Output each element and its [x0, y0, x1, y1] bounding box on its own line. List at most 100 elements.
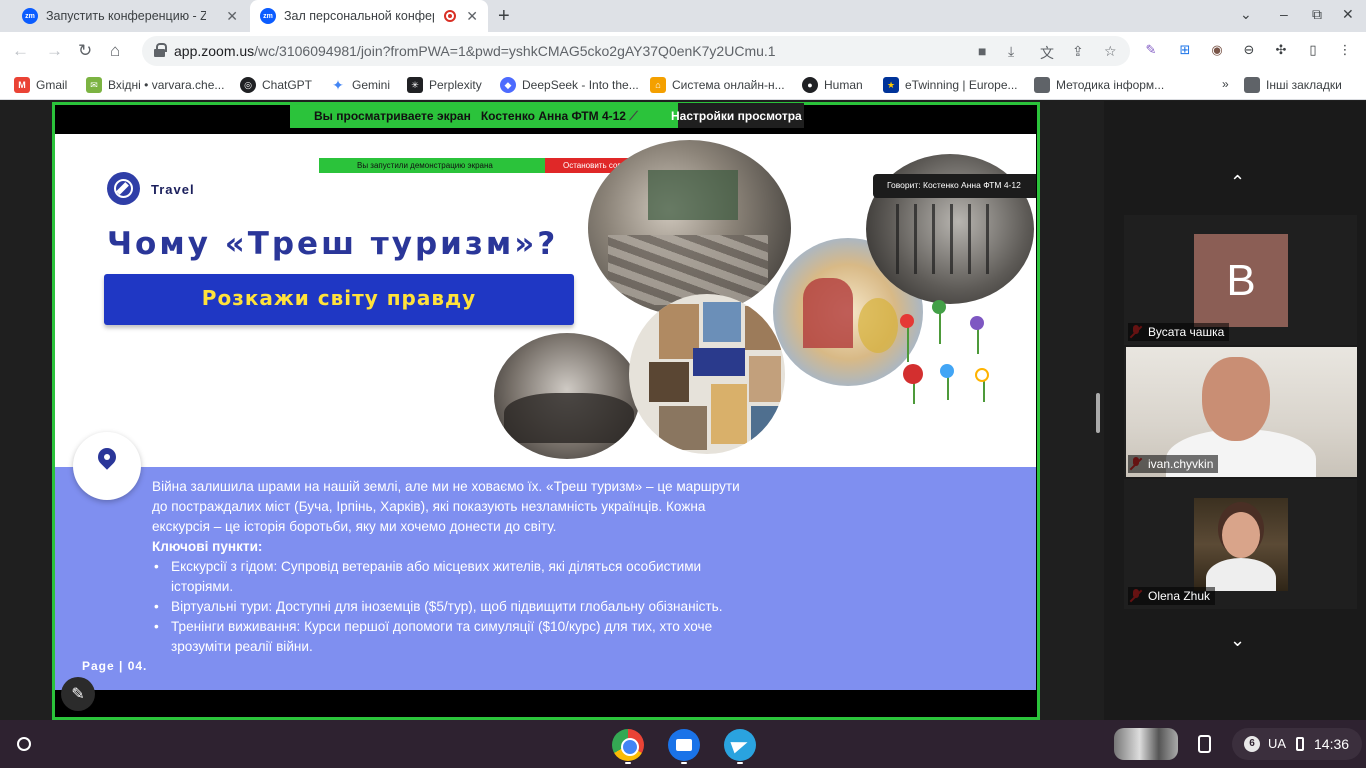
bookmark-chatgpt[interactable]: ◎ ChatGPT: [240, 77, 312, 93]
bookmark-label: Gemini: [352, 78, 391, 92]
bookmark-label: eTwinning | Europe...: [905, 78, 1018, 92]
scroll-down-chevron-icon[interactable]: ⌄: [1230, 630, 1245, 651]
notification-count-badge: 6: [1244, 736, 1260, 752]
view-options-button[interactable]: Настройки просмотра: [671, 103, 804, 128]
tab-search-icon[interactable]: ⌄: [1240, 6, 1252, 23]
page-number: Page | 04.: [82, 659, 148, 673]
location-pin-icon: [73, 432, 141, 500]
translate-icon[interactable]: 文: [1040, 43, 1054, 63]
pen-extension-icon[interactable]: ✎: [1142, 41, 1160, 59]
human-icon: ●: [802, 77, 818, 93]
compass-logo-icon: [107, 172, 140, 205]
owl-extension-icon[interactable]: ◉: [1208, 41, 1226, 59]
bookmark-school[interactable]: ⌂ Система онлайн-н...: [650, 77, 785, 93]
url-path: /wc/3106094981/join?fromPWA=1&pwd=yshkCM…: [254, 43, 776, 59]
other-bookmarks-folder[interactable]: Інші закладки: [1244, 77, 1342, 93]
bookmark-star-icon[interactable]: ☆: [1104, 43, 1117, 60]
reload-icon[interactable]: ↻: [78, 41, 92, 61]
slide-bottom-bar: [55, 690, 1036, 717]
panel-resize-handle[interactable]: [1096, 393, 1100, 433]
scroll-up-chevron-icon[interactable]: ⌃: [1230, 172, 1245, 193]
browser-toolbar: ← → ↻ ⌂ app.zoom.us/wc/3106094981/join?f…: [0, 32, 1366, 70]
eu-flag-icon: ★: [883, 77, 899, 93]
participant-tile[interactable]: ivan.chyvkin: [1124, 347, 1357, 477]
participant-name: ivan.chyvkin: [1128, 455, 1219, 473]
tab-strip: zm Запустить конференцию - Zoom ✕ zm Зал…: [0, 0, 1366, 32]
new-tab-button[interactable]: +: [498, 5, 510, 28]
bookmarks-overflow-button[interactable]: »: [1222, 77, 1229, 91]
telegram-app-icon[interactable]: [724, 729, 756, 761]
bookmark-label: Інші закладки: [1266, 78, 1342, 92]
bookmark-deepseek[interactable]: ◆ DeepSeek - Into the...: [500, 77, 639, 93]
viewing-label: Вы просматриваете экран Костенко Анна ФТ…: [290, 103, 678, 128]
list-item: Віртуальні тури: Доступні для іноземців …: [152, 597, 752, 617]
bookmark-label: Perplexity: [429, 78, 482, 92]
clock-time: 14:36: [1314, 736, 1350, 752]
chatgpt-icon: ◎: [240, 77, 256, 93]
close-tab-icon[interactable]: ✕: [466, 8, 478, 24]
mute-icon: ⟋: [629, 109, 638, 123]
bookmark-gemini[interactable]: ✦ Gemini: [330, 77, 390, 93]
bookmark-perplexity[interactable]: ✳ Perplexity: [407, 77, 482, 93]
bookmark-inbox[interactable]: ✉ Вхідні • varvara.che...: [86, 77, 224, 93]
intro-paragraph: Війна залишила шрами на нашій землі, але…: [152, 479, 740, 534]
presenter-name: Костенко Анна ФТМ 4-12: [480, 109, 626, 123]
speaker-indicator: Говорит: Костенко Анна ФТМ 4-12: [873, 174, 1036, 198]
camera-icon[interactable]: ■: [978, 43, 986, 59]
screen-capture-thumbnail[interactable]: [1114, 728, 1178, 760]
forward-icon[interactable]: →: [46, 41, 63, 61]
overflow-chevron-icon: »: [1222, 77, 1229, 91]
minimize-icon[interactable]: –: [1280, 6, 1288, 22]
running-indicator: [737, 762, 743, 764]
side-panel-icon[interactable]: ▯: [1304, 41, 1322, 59]
menu-icon[interactable]: ⋮: [1336, 41, 1354, 59]
bookmarks-bar: M Gmail ✉ Вхідні • varvara.che... ◎ ChatGPT…: [0, 70, 1366, 100]
launcher-icon[interactable]: [17, 737, 31, 751]
close-window-icon[interactable]: ✕: [1342, 6, 1354, 23]
school-icon: ⌂: [650, 77, 666, 93]
bookmark-folder-methods[interactable]: Методика інформ...: [1034, 77, 1164, 93]
bookmark-human[interactable]: ● Human: [802, 77, 863, 93]
install-app-icon[interactable]: ⤓: [1008, 43, 1014, 60]
participant-tile[interactable]: B Вусата чашка: [1124, 215, 1357, 345]
key-points-heading: Ключові пункти:: [152, 539, 263, 554]
lock-icon[interactable]: [154, 43, 167, 58]
folder-icon: [1244, 77, 1260, 93]
status-tray[interactable]: 6 UA 14:36: [1232, 728, 1362, 760]
bookmark-etwinning[interactable]: ★ eTwinning | Europe...: [883, 77, 1018, 93]
participant-name: Вусата чашка: [1128, 323, 1230, 341]
list-item: Екскурсії з гідом: Супровід ветеранів аб…: [152, 557, 752, 597]
deepseek-icon: ◆: [500, 77, 516, 93]
nested-sharing-label: Вы запустили демонстрацию экрана: [319, 158, 545, 173]
extensions-puzzle-icon[interactable]: ✣: [1272, 41, 1290, 59]
url-host: app.zoom.us: [174, 43, 255, 59]
viewing-text: Вы просматриваете экран: [314, 109, 471, 123]
address-bar[interactable]: app.zoom.us/wc/3106094981/join?fromPWA=1…: [142, 36, 1130, 66]
presentation-slide: Вы запустили демонстрацию экрана Останов…: [55, 134, 1036, 690]
perplexity-icon: ✳: [407, 77, 423, 93]
annotate-pencil-icon[interactable]: ✎: [61, 677, 95, 711]
tab-title: Запустить конференцию - Zoom: [46, 9, 206, 23]
maximize-icon[interactable]: ⧉: [1312, 6, 1322, 23]
share-icon[interactable]: ⇪: [1072, 43, 1084, 60]
tab-start-conference[interactable]: zm Запустить конференцию - Zoom ✕: [12, 0, 248, 32]
home-icon[interactable]: ⌂: [110, 41, 120, 61]
tab-personal-conference[interactable]: zm Зал персональной конференции ✕: [250, 0, 488, 32]
photo-youth-on-tank: [494, 333, 640, 459]
add-extension-icon[interactable]: ⊞: [1176, 41, 1194, 59]
slide-description: Війна залишила шрами на нашій землі, але…: [152, 477, 752, 657]
gmail-icon: M: [14, 77, 30, 93]
close-tab-icon[interactable]: ✕: [226, 8, 238, 24]
bookmark-gmail[interactable]: M Gmail: [14, 77, 67, 93]
participant-tile[interactable]: Olena Zhuk: [1124, 479, 1357, 609]
url-text[interactable]: app.zoom.us/wc/3106094981/join?fromPWA=1…: [174, 43, 776, 59]
gemini-icon: ✦: [332, 76, 344, 93]
reader-extension-icon[interactable]: ⊖: [1240, 41, 1258, 59]
zoom-favicon-icon: zm: [260, 8, 276, 24]
phone-hub-icon[interactable]: [1198, 735, 1211, 753]
back-icon[interactable]: ←: [12, 41, 29, 61]
view-options-label: Настройки просмотра: [671, 109, 802, 123]
bookmark-label: Методика інформ...: [1056, 78, 1165, 92]
files-app-icon[interactable]: [668, 729, 700, 761]
chrome-app-icon[interactable]: [612, 729, 644, 761]
